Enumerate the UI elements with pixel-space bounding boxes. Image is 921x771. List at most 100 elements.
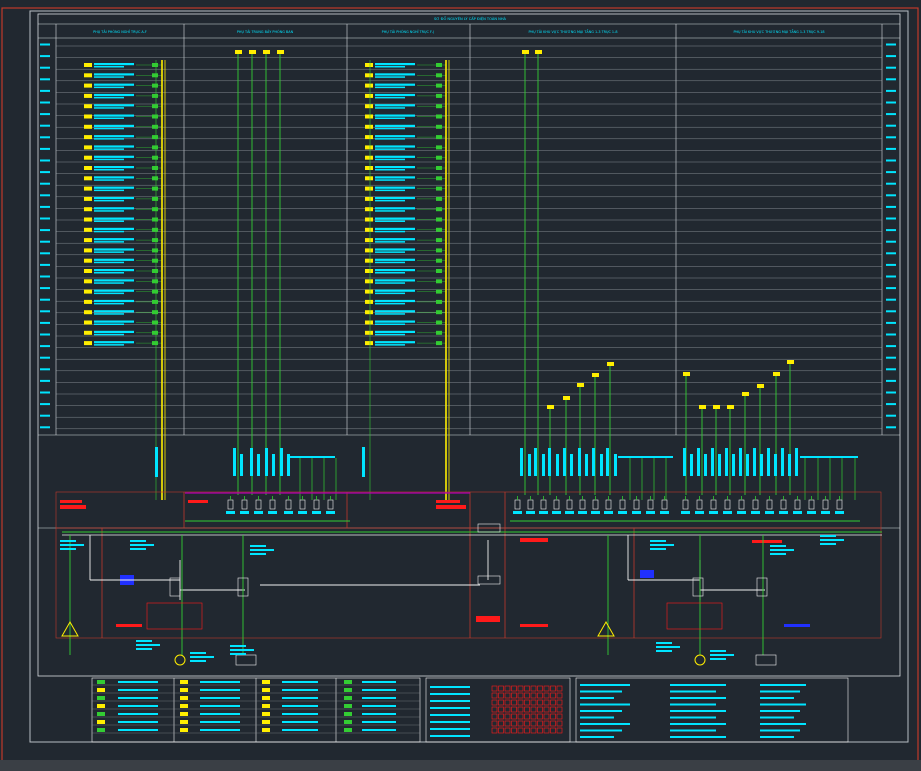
load-label bbox=[94, 158, 124, 161]
cable-label bbox=[774, 454, 777, 476]
floor-label-left bbox=[40, 205, 50, 208]
floor-label-left bbox=[40, 159, 50, 162]
load-label bbox=[94, 330, 134, 333]
load-symbol bbox=[84, 186, 92, 191]
cable-label bbox=[614, 454, 617, 476]
load-label bbox=[94, 66, 124, 68]
load-label bbox=[375, 230, 405, 233]
note-text bbox=[580, 729, 622, 732]
load-label bbox=[375, 251, 405, 253]
load-symbol bbox=[365, 135, 373, 140]
note-text bbox=[760, 723, 806, 725]
load-symbol bbox=[84, 104, 92, 109]
load-label bbox=[375, 310, 415, 313]
status-bar bbox=[0, 760, 921, 771]
load-label bbox=[375, 155, 415, 158]
legend-text bbox=[362, 729, 396, 731]
red-label bbox=[116, 624, 142, 627]
annotation-text bbox=[820, 543, 836, 545]
blue-label bbox=[640, 570, 654, 578]
cable-label bbox=[753, 448, 756, 476]
note-text bbox=[670, 690, 716, 693]
note-text bbox=[760, 710, 800, 712]
floor-label-left bbox=[40, 368, 50, 371]
annotation-text bbox=[230, 645, 246, 647]
annotation-text bbox=[650, 544, 674, 546]
annotation-text bbox=[190, 660, 206, 662]
floor-label-right bbox=[886, 205, 896, 208]
cable-label bbox=[795, 448, 798, 476]
load-symbol bbox=[365, 83, 373, 88]
load-label bbox=[94, 230, 124, 233]
load-label bbox=[375, 269, 415, 272]
legend-symbol bbox=[97, 712, 105, 716]
cable-label bbox=[690, 454, 693, 476]
load-label bbox=[94, 155, 134, 158]
floor-label-left bbox=[40, 182, 50, 185]
table-text bbox=[430, 735, 470, 737]
load-label bbox=[375, 76, 405, 78]
load-label bbox=[375, 138, 405, 140]
floor-label-right bbox=[886, 194, 896, 197]
load-symbol bbox=[577, 383, 584, 387]
legend-symbol bbox=[180, 680, 188, 684]
breaker-label bbox=[565, 511, 574, 514]
load-label bbox=[375, 292, 405, 295]
legend-symbol bbox=[262, 680, 270, 684]
load-label bbox=[94, 341, 134, 344]
load-label bbox=[375, 148, 405, 150]
electrical-single-line-diagram[interactable]: SƠ ĐỒ NGUYÊN LÝ CẤP ĐIỆN TOÀN NHÀ PHỤ TẢ… bbox=[0, 0, 921, 771]
cable-label bbox=[711, 448, 714, 476]
cable-label bbox=[563, 448, 566, 476]
load-symbol bbox=[365, 217, 373, 222]
note-text bbox=[670, 684, 726, 686]
floor-label-right bbox=[886, 101, 896, 104]
legend-text bbox=[118, 713, 158, 715]
legend-symbol bbox=[262, 696, 270, 700]
breaker-label bbox=[578, 511, 587, 514]
table-text bbox=[430, 707, 470, 709]
load-label bbox=[375, 83, 415, 86]
load-label bbox=[94, 320, 134, 323]
load-symbol bbox=[365, 299, 373, 304]
cable-label bbox=[697, 448, 700, 476]
floor-label-left bbox=[40, 275, 50, 278]
note-text bbox=[580, 690, 622, 693]
legend-text bbox=[282, 681, 318, 683]
load-symbol bbox=[365, 93, 373, 98]
floor-label-left bbox=[40, 240, 50, 243]
load-label bbox=[375, 158, 405, 161]
floor-label-right bbox=[886, 159, 896, 162]
floor-label-right bbox=[886, 345, 896, 348]
cable-label bbox=[578, 448, 581, 476]
load-symbol bbox=[84, 289, 92, 294]
load-label bbox=[375, 107, 405, 109]
load-label bbox=[94, 135, 134, 138]
load-symbol bbox=[773, 372, 780, 376]
load-label bbox=[375, 196, 415, 200]
load-label bbox=[94, 124, 134, 127]
note-text bbox=[670, 697, 726, 699]
breaker-label bbox=[793, 511, 802, 514]
annotation-text bbox=[770, 549, 794, 551]
legend-text bbox=[118, 697, 158, 699]
load-label bbox=[375, 217, 415, 220]
legend-symbol bbox=[180, 712, 188, 716]
load-symbol bbox=[365, 104, 373, 109]
load-symbol bbox=[84, 93, 92, 98]
load-symbol bbox=[522, 50, 529, 54]
load-symbol bbox=[365, 176, 373, 181]
load-label bbox=[94, 189, 124, 192]
floor-label-left bbox=[40, 124, 50, 127]
load-symbol bbox=[787, 360, 794, 364]
load-symbol bbox=[84, 114, 92, 119]
load-label bbox=[94, 127, 124, 130]
load-label bbox=[375, 114, 415, 117]
annotation-text bbox=[250, 545, 266, 547]
load-label bbox=[94, 148, 124, 150]
floor-label-left bbox=[40, 78, 50, 81]
load-label bbox=[375, 299, 415, 303]
floor-label-right bbox=[886, 333, 896, 336]
load-symbol bbox=[84, 176, 92, 181]
floor-label-right bbox=[886, 171, 896, 174]
